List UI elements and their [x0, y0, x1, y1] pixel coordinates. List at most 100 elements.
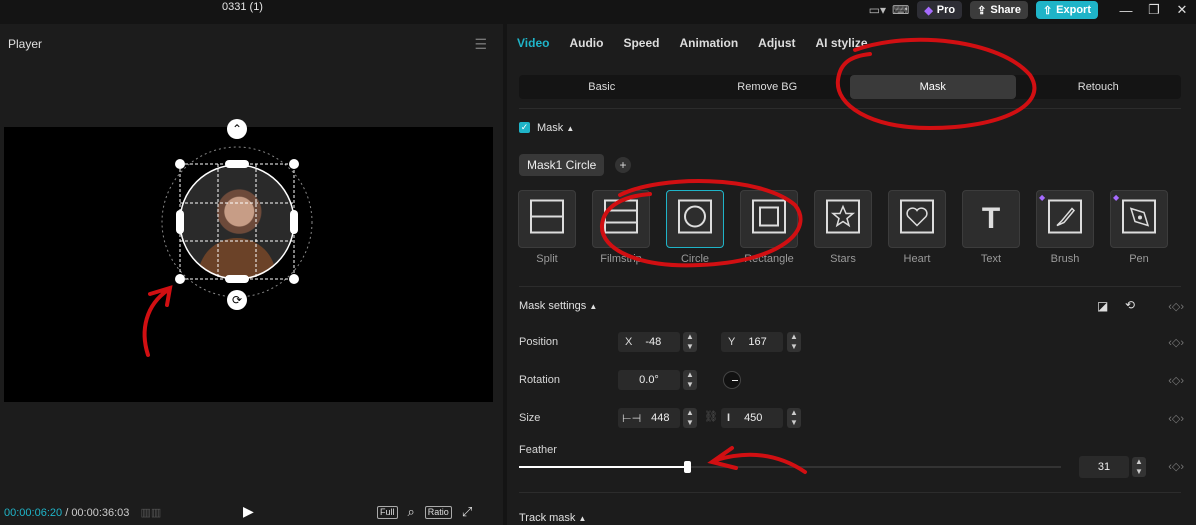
mask-shape-filmstrip[interactable] — [592, 190, 650, 248]
divider — [519, 286, 1181, 287]
position-x-field[interactable]: X -48 — [618, 332, 680, 352]
current-time: 00:00:06:20 — [4, 507, 63, 519]
mask-enabled-checkbox[interactable]: ✓ — [519, 122, 530, 133]
add-mask-button[interactable]: + — [615, 157, 631, 173]
feather-slider-thumb[interactable] — [684, 461, 692, 473]
position-y-field[interactable]: Y 167 — [721, 332, 783, 352]
menu-icon[interactable]: ☰ — [474, 36, 487, 53]
layout-icon[interactable]: ▭▾ — [869, 3, 886, 17]
fullscreen-icon[interactable]: ⤢ — [462, 504, 472, 520]
close-icon[interactable]: ✕ — [1168, 2, 1196, 18]
tab-ai-stylize[interactable]: AI stylize — [816, 36, 868, 50]
position-y-stepper[interactable]: ▲ ▼ — [787, 332, 801, 352]
tab-speed[interactable]: Speed — [623, 36, 659, 50]
tab-animation[interactable]: Animation — [679, 36, 738, 50]
play-button[interactable]: ▶ — [243, 503, 254, 520]
mask-edge-handle-right[interactable] — [290, 210, 298, 234]
size-height-field[interactable]: I 450 — [721, 408, 783, 428]
feather-handle-icon[interactable]: ⌃ — [227, 119, 247, 139]
width-icon: ⊢⊣ — [622, 412, 642, 425]
mask-shape-heart[interactable] — [888, 190, 946, 248]
subtab-mask[interactable]: Mask — [850, 75, 1016, 99]
link-ratio-icon[interactable]: ⛓ — [704, 410, 718, 423]
pro-gem-icon: ◆ — [1113, 193, 1120, 202]
ratio-button[interactable]: Ratio — [424, 505, 452, 519]
tab-audio[interactable]: Audio — [569, 36, 603, 50]
mask-corner-handle[interactable] — [175, 274, 185, 284]
mask-settings-title[interactable]: Mask settings ▲ — [519, 300, 597, 312]
project-title: 0331 (1) — [222, 1, 263, 13]
x-axis-label: X — [625, 336, 633, 348]
mask-corner-handle[interactable] — [175, 159, 185, 169]
size-width-value: 448 — [651, 412, 670, 424]
mask-shape-split[interactable] — [518, 190, 576, 248]
mask-shape-stars[interactable] — [814, 190, 872, 248]
share-label: Share — [990, 4, 1021, 16]
mask-corner-handle[interactable] — [289, 274, 299, 284]
caret-up-icon: ▲ — [578, 514, 587, 523]
maximize-icon[interactable]: ❐ — [1140, 2, 1168, 18]
divider — [519, 108, 1181, 109]
rotation-stepper[interactable]: ▲ ▼ — [683, 370, 697, 390]
reset-icon[interactable]: ⟲ — [1125, 298, 1135, 312]
pro-button[interactable]: ◆ Pro — [917, 1, 963, 19]
size-width-stepper[interactable]: ▲ ▼ — [683, 408, 697, 428]
track-mask-title[interactable]: Track mask ▲ — [519, 512, 586, 524]
rotation-value: 0.0° — [639, 374, 659, 386]
mask-shape-rectangle[interactable] — [740, 190, 798, 248]
feather-value-field[interactable]: 31 — [1079, 456, 1129, 478]
keyboard-icon[interactable]: ⌨ — [892, 3, 909, 17]
export-button[interactable]: ⇧ Export — [1035, 1, 1098, 19]
inspector-panel: Video Audio Speed Animation Adjust AI st… — [507, 24, 1196, 525]
export-icon: ⇧ — [1042, 4, 1053, 17]
mask-chip[interactable]: Mask1 Circle — [519, 154, 605, 176]
mask-shape-brush[interactable]: ◆ — [1036, 190, 1094, 248]
pro-label: Pro — [936, 4, 956, 16]
position-x-stepper[interactable]: ▲ ▼ — [683, 332, 697, 352]
split-icon — [530, 199, 564, 239]
feather-slider-fill — [519, 466, 688, 468]
video-subject — [180, 166, 294, 280]
shape-label-circle: Circle — [680, 253, 710, 265]
rotation-field[interactable]: 0.0° — [618, 370, 680, 390]
rotation-label: Rotation — [519, 374, 560, 386]
subtab-retouch[interactable]: Retouch — [1016, 75, 1182, 99]
rotation-dial[interactable] — [723, 371, 741, 389]
size-width-field[interactable]: ⊢⊣ 448 — [618, 408, 680, 428]
size-height-stepper[interactable]: ▲ ▼ — [787, 408, 801, 428]
keyframe-icon[interactable]: ‹◇› — [1168, 336, 1184, 349]
keyframe-icon[interactable]: ‹◇› — [1168, 374, 1184, 387]
share-icon: ⇪ — [977, 4, 987, 17]
mask-edge-handle-top[interactable] — [225, 160, 249, 168]
subtab-basic[interactable]: Basic — [519, 75, 685, 99]
tab-adjust[interactable]: Adjust — [758, 36, 795, 50]
subtabs: Basic Remove BG Mask Retouch — [519, 75, 1181, 99]
full-button[interactable]: Full — [377, 505, 398, 519]
invert-icon[interactable]: ◪ — [1097, 299, 1108, 313]
text-icon: T — [981, 202, 1001, 235]
feather-slider[interactable] — [519, 461, 1061, 473]
share-button[interactable]: ⇪ Share — [970, 1, 1028, 19]
zoom-icon[interactable]: ⌕ — [408, 504, 415, 520]
mask-shape-text[interactable]: T — [962, 190, 1020, 248]
keyframe-icon[interactable]: ‹◇› — [1168, 460, 1184, 473]
mask-shape-pen[interactable]: ◆ — [1110, 190, 1168, 248]
time-separator: / — [65, 507, 69, 519]
mask-corner-handle[interactable] — [289, 159, 299, 169]
mask-shape-circle[interactable] — [666, 190, 724, 248]
keyframe-icon[interactable]: ‹◇› — [1168, 300, 1184, 313]
track-mask-label: Track mask — [519, 512, 576, 524]
mask-section-title[interactable]: Mask ▲ — [537, 122, 574, 134]
position-y-value: 167 — [748, 336, 767, 348]
rotate-icon[interactable]: ⟳ — [227, 290, 247, 310]
feather-stepper[interactable]: ▲ ▼ — [1132, 457, 1146, 477]
star-icon — [826, 199, 860, 239]
height-icon: I — [727, 412, 731, 424]
minimize-icon[interactable]: — — [1112, 3, 1140, 18]
timeline-grid-icon[interactable]: ▥▥ — [141, 507, 162, 519]
mask-edge-handle-left[interactable] — [176, 210, 184, 234]
tab-video[interactable]: Video — [517, 36, 549, 50]
mask-edge-handle-bottom[interactable] — [225, 275, 249, 283]
keyframe-icon[interactable]: ‹◇› — [1168, 412, 1184, 425]
subtab-remove-bg[interactable]: Remove BG — [685, 75, 851, 99]
